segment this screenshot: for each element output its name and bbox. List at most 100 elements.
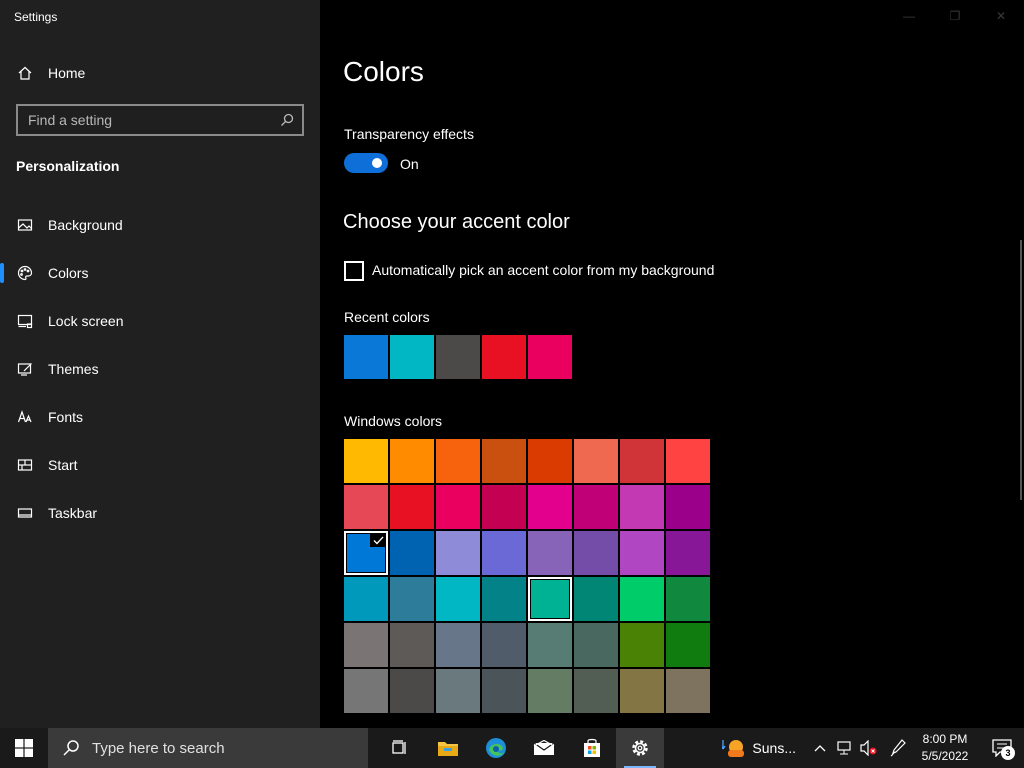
windows-color-swatch[interactable] (344, 623, 388, 667)
windows-color-swatch[interactable] (574, 531, 618, 575)
windows-color-swatch[interactable] (390, 485, 434, 529)
sidebar-item-fonts[interactable]: Fonts (0, 393, 320, 441)
taskbar-search-box[interactable]: Type here to search (48, 728, 368, 768)
windows-color-swatch[interactable] (436, 439, 480, 483)
recent-color-swatch[interactable] (482, 335, 526, 379)
sidebar-item-start[interactable]: Start (0, 441, 320, 489)
windows-color-swatch[interactable] (574, 439, 618, 483)
start-button[interactable] (0, 728, 48, 768)
windows-color-swatch[interactable] (666, 439, 710, 483)
windows-color-swatch[interactable] (620, 531, 664, 575)
windows-color-swatch[interactable] (390, 577, 434, 621)
windows-color-swatch[interactable] (666, 669, 710, 713)
windows-color-swatch[interactable] (482, 669, 526, 713)
windows-color-swatch[interactable] (666, 531, 710, 575)
edge-button[interactable] (472, 728, 520, 768)
windows-color-swatch[interactable] (436, 669, 480, 713)
sidebar-item-themes[interactable]: Themes (0, 345, 320, 393)
sidebar-item-lock-screen[interactable]: Lock screen (0, 297, 320, 345)
clock[interactable]: 8:00 PM 5/5/2022 (910, 731, 980, 765)
windows-color-swatch[interactable] (436, 531, 480, 575)
windows-color-swatch[interactable] (390, 439, 434, 483)
windows-color-swatch[interactable] (436, 577, 480, 621)
maximize-button[interactable]: ❐ (932, 0, 978, 32)
store-icon (584, 738, 600, 757)
notification-badge: 3 (1001, 746, 1015, 760)
windows-color-swatch[interactable] (528, 439, 572, 483)
windows-color-swatch[interactable] (528, 531, 572, 575)
windows-color-swatch[interactable] (482, 623, 526, 667)
sidebar-item-taskbar[interactable]: Taskbar (0, 489, 320, 537)
network-icon[interactable] (832, 728, 856, 768)
windows-color-swatch[interactable] (482, 531, 526, 575)
windows-color-swatch[interactable] (344, 577, 388, 621)
windows-color-swatch[interactable] (390, 531, 434, 575)
sidebar-item-colors[interactable]: Colors (0, 249, 320, 297)
find-setting-input[interactable] (28, 112, 273, 128)
windows-colors-grid (344, 439, 710, 713)
windows-color-swatch[interactable] (482, 577, 526, 621)
sidebar-item-home[interactable]: Home (0, 56, 320, 90)
task-view-button[interactable] (376, 728, 424, 768)
windows-color-swatch[interactable] (620, 577, 664, 621)
volume-muted-icon[interactable] (856, 728, 880, 768)
store-button[interactable] (568, 728, 616, 768)
windows-color-swatch[interactable] (436, 485, 480, 529)
windows-color-swatch[interactable] (528, 485, 572, 529)
windows-color-swatch[interactable] (666, 577, 710, 621)
pen-workspace-icon[interactable] (886, 728, 910, 768)
recent-color-swatch[interactable] (436, 335, 480, 379)
windows-color-swatch[interactable] (620, 669, 664, 713)
find-setting-box[interactable] (16, 104, 304, 136)
windows-color-swatch[interactable] (666, 623, 710, 667)
windows-color-swatch[interactable] (482, 439, 526, 483)
windows-color-swatch[interactable] (344, 485, 388, 529)
windows-color-swatch[interactable] (390, 623, 434, 667)
windows-color-swatch[interactable] (528, 577, 572, 621)
weather-widget[interactable]: Suns... (722, 737, 796, 759)
settings-taskbar-button[interactable] (616, 728, 664, 768)
windows-color-swatch[interactable] (436, 623, 480, 667)
recent-color-swatch[interactable] (344, 335, 388, 379)
windows-color-swatch[interactable] (666, 485, 710, 529)
windows-color-swatch[interactable] (482, 485, 526, 529)
recent-color-swatch[interactable] (390, 335, 434, 379)
scrollbar[interactable] (1020, 240, 1022, 500)
windows-color-swatch[interactable] (528, 669, 572, 713)
sidebar-item-label: Taskbar (48, 505, 98, 521)
sidebar-item-background[interactable]: Background (0, 201, 320, 249)
close-button[interactable]: ✕ (978, 0, 1024, 32)
toggle-state-text: On (400, 156, 419, 172)
minimize-button[interactable]: — (886, 0, 932, 32)
windows-color-swatch[interactable] (344, 439, 388, 483)
selected-color-swatch[interactable] (344, 531, 388, 575)
transparency-label: Transparency effects (344, 126, 474, 142)
chevron-up-icon[interactable] (808, 728, 832, 768)
windows-color-swatch[interactable] (528, 623, 572, 667)
windows-color-swatch[interactable] (390, 669, 434, 713)
windows-color-swatch[interactable] (620, 485, 664, 529)
home-icon (16, 64, 34, 82)
sidebar-item-label: Fonts (48, 409, 84, 425)
mail-button[interactable] (520, 728, 568, 768)
action-center-button[interactable]: 3 (980, 728, 1024, 768)
file-explorer-button[interactable] (424, 728, 472, 768)
windows-color-swatch[interactable] (574, 669, 618, 713)
weather-icon (722, 740, 745, 757)
taskbar: Type here to search Suns... 8:00 PM 5/5/… (0, 728, 1024, 768)
recent-colors-row (344, 335, 572, 379)
sidebar-item-label: Background (48, 217, 123, 233)
auto-pick-label[interactable]: Automatically pick an accent color from … (372, 262, 714, 278)
recent-color-swatch[interactable] (528, 335, 572, 379)
windows-color-swatch[interactable] (620, 623, 664, 667)
windows-color-swatch[interactable] (344, 669, 388, 713)
windows-color-swatch[interactable] (620, 439, 664, 483)
windows-color-swatch[interactable] (574, 485, 618, 529)
auto-pick-checkbox[interactable] (344, 261, 364, 281)
search-icon[interactable] (280, 113, 294, 127)
settings-icon (632, 740, 648, 756)
app-title: Settings (14, 10, 58, 24)
windows-color-swatch[interactable] (574, 577, 618, 621)
windows-color-swatch[interactable] (574, 623, 618, 667)
transparency-toggle[interactable] (344, 153, 388, 173)
